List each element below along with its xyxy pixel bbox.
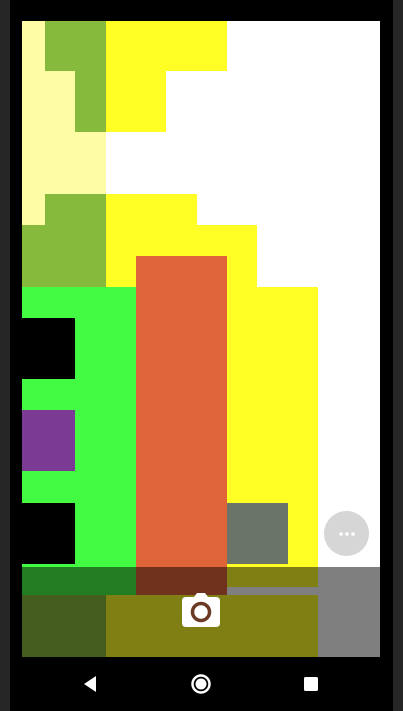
recents-square-icon [304, 677, 318, 691]
yellow-block-top-stem [106, 71, 166, 132]
home-circle-icon [191, 674, 211, 694]
nav-back-button[interactable] [75, 669, 105, 699]
gray-tile [227, 503, 288, 564]
yellow-block-top [106, 21, 227, 71]
nav-home-button[interactable] [186, 669, 216, 699]
black-notch-lower [22, 503, 75, 564]
system-navigation-bar [10, 657, 393, 711]
olive-green-block-mid [45, 194, 106, 225]
black-notch-upper [22, 318, 75, 379]
more-options-button[interactable] [324, 511, 369, 556]
camera-icon [182, 593, 220, 627]
more-horizontal-icon [338, 531, 355, 536]
yellow-block-mid-1 [106, 194, 197, 225]
olive-green-block-mid-wide [22, 225, 106, 287]
purple-tile [22, 410, 75, 471]
phone-device [0, 0, 403, 711]
olive-green-block-top [45, 21, 106, 71]
camera-viewfinder[interactable] [22, 21, 380, 657]
camera-shutter-button[interactable] [182, 593, 220, 627]
back-triangle-icon [84, 676, 96, 692]
nav-recents-button[interactable] [296, 669, 326, 699]
olive-green-block-top-stem [75, 71, 106, 132]
